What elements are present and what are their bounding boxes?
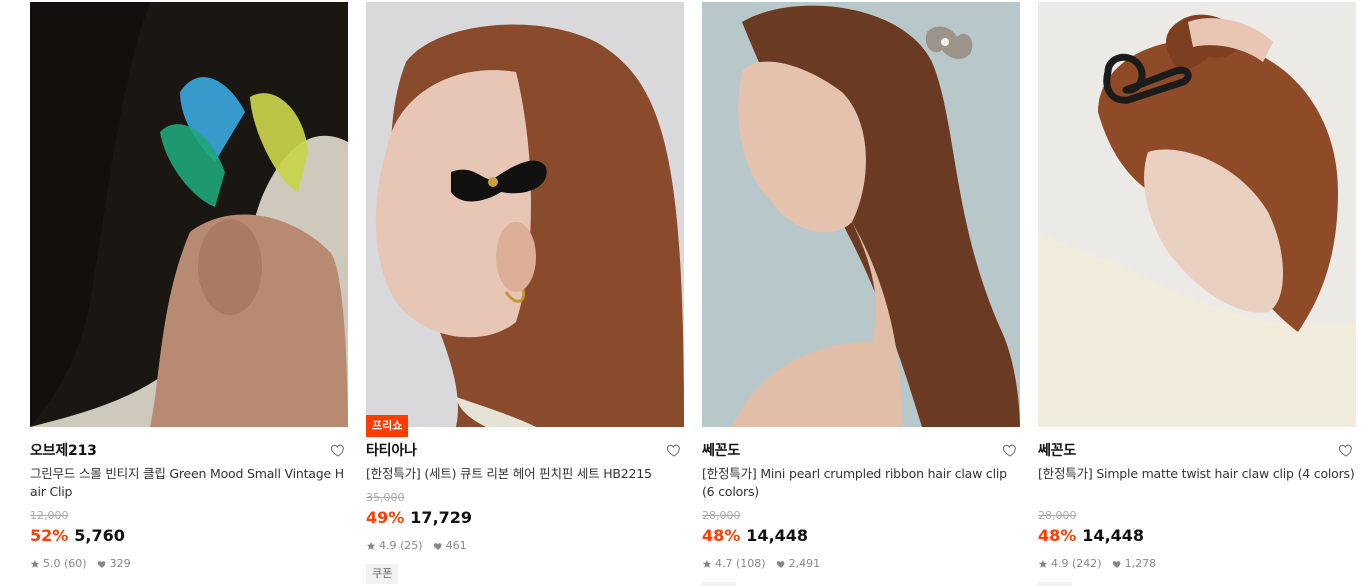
product-image-1[interactable]	[30, 2, 348, 427]
product-photo	[366, 2, 684, 427]
price-row: 52% 5,760	[30, 525, 125, 547]
product-image-2[interactable]	[366, 2, 684, 427]
original-price: 28,000	[702, 509, 741, 522]
wishlist-heart-icon[interactable]	[1338, 442, 1354, 458]
likes-heart-icon	[433, 543, 441, 550]
product-stats: 5.0 (60) 329	[30, 557, 131, 571]
likes-heart-icon	[97, 561, 105, 568]
discount-rate: 52%	[30, 526, 69, 545]
product-title[interactable]: 그린무드 스몰 빈티지 클립 Green Mood Small Vintage …	[30, 465, 348, 501]
sale-price: 5,760	[74, 526, 125, 545]
brand-name[interactable]: 쎄꼰도	[702, 441, 740, 461]
star-icon	[1038, 559, 1048, 568]
like-count: 329	[109, 557, 131, 570]
rating-value: 4.7	[715, 557, 733, 570]
original-price: 35,000	[366, 491, 405, 504]
tag-stub	[1038, 582, 1072, 586]
tag-stub	[702, 582, 736, 586]
star-icon	[30, 559, 40, 568]
like-count: 461	[445, 539, 467, 552]
product-title[interactable]: [한정특가] Mini pearl crumpled ribbon hair c…	[702, 465, 1020, 501]
price-row: 48% 14,448	[702, 525, 808, 547]
rating-value: 4.9	[1051, 557, 1069, 570]
product-photo	[702, 2, 1020, 427]
price-row: 48% 14,448	[1038, 525, 1144, 547]
rating-value: 4.9	[379, 539, 397, 552]
rating-value: 5.0	[43, 557, 61, 570]
sale-price: 14,448	[746, 526, 809, 545]
preview-badge: 프리쇼	[366, 415, 409, 437]
price-row: 49% 17,729	[366, 507, 472, 529]
product-card-1[interactable]: 오브제213 그린무드 스몰 빈티지 클립 Green Mood Small V…	[30, 0, 348, 586]
like-count: 2,491	[788, 557, 821, 570]
product-stats: 4.9 (242) 1,278	[1038, 557, 1156, 571]
wishlist-heart-icon[interactable]	[330, 442, 346, 458]
discount-rate: 48%	[702, 526, 741, 545]
wishlist-heart-icon[interactable]	[666, 442, 682, 458]
discount-rate: 49%	[366, 508, 405, 527]
product-stats: 4.7 (108) 2,491	[702, 557, 820, 571]
product-card-3[interactable]: 쎄꼰도 [한정특가] Mini pearl crumpled ribbon ha…	[702, 0, 1020, 586]
review-count: (25)	[400, 539, 423, 552]
product-title[interactable]: [한정특가] Simple matte twist hair claw clip…	[1038, 465, 1356, 483]
product-card-2[interactable]: 프리쇼 타티아나 [한정특가] (세트) 큐트 리본 헤어 핀치핀 세트 HB2…	[366, 0, 684, 586]
product-image-3[interactable]	[702, 2, 1020, 427]
brand-name[interactable]: 오브제213	[30, 441, 97, 461]
original-price: 12,000	[30, 509, 69, 522]
sale-price: 17,729	[410, 508, 473, 527]
star-icon	[366, 541, 376, 550]
review-count: (108)	[736, 557, 766, 570]
review-count: (242)	[1072, 557, 1102, 570]
likes-heart-icon	[1112, 561, 1120, 568]
brand-name[interactable]: 쎄꼰도	[1038, 441, 1076, 461]
like-count: 1,278	[1124, 557, 1157, 570]
product-photo	[1038, 2, 1356, 427]
brand-name[interactable]: 타티아나	[366, 441, 417, 461]
product-stats: 4.9 (25) 461	[366, 539, 467, 553]
sale-price: 14,448	[1082, 526, 1145, 545]
product-title[interactable]: [한정특가] (세트) 큐트 리본 헤어 핀치핀 세트 HB2215	[366, 465, 684, 483]
product-photo	[30, 2, 348, 427]
product-card-4[interactable]: 쎄꼰도 [한정특가] Simple matte twist hair claw …	[1038, 0, 1356, 586]
original-price: 28,000	[1038, 509, 1077, 522]
wishlist-heart-icon[interactable]	[1002, 442, 1018, 458]
discount-rate: 48%	[1038, 526, 1077, 545]
star-icon	[702, 559, 712, 568]
likes-heart-icon	[776, 561, 784, 568]
product-image-4[interactable]	[1038, 2, 1356, 427]
coupon-tag: 쿠폰	[366, 564, 399, 584]
review-count: (60)	[64, 557, 87, 570]
